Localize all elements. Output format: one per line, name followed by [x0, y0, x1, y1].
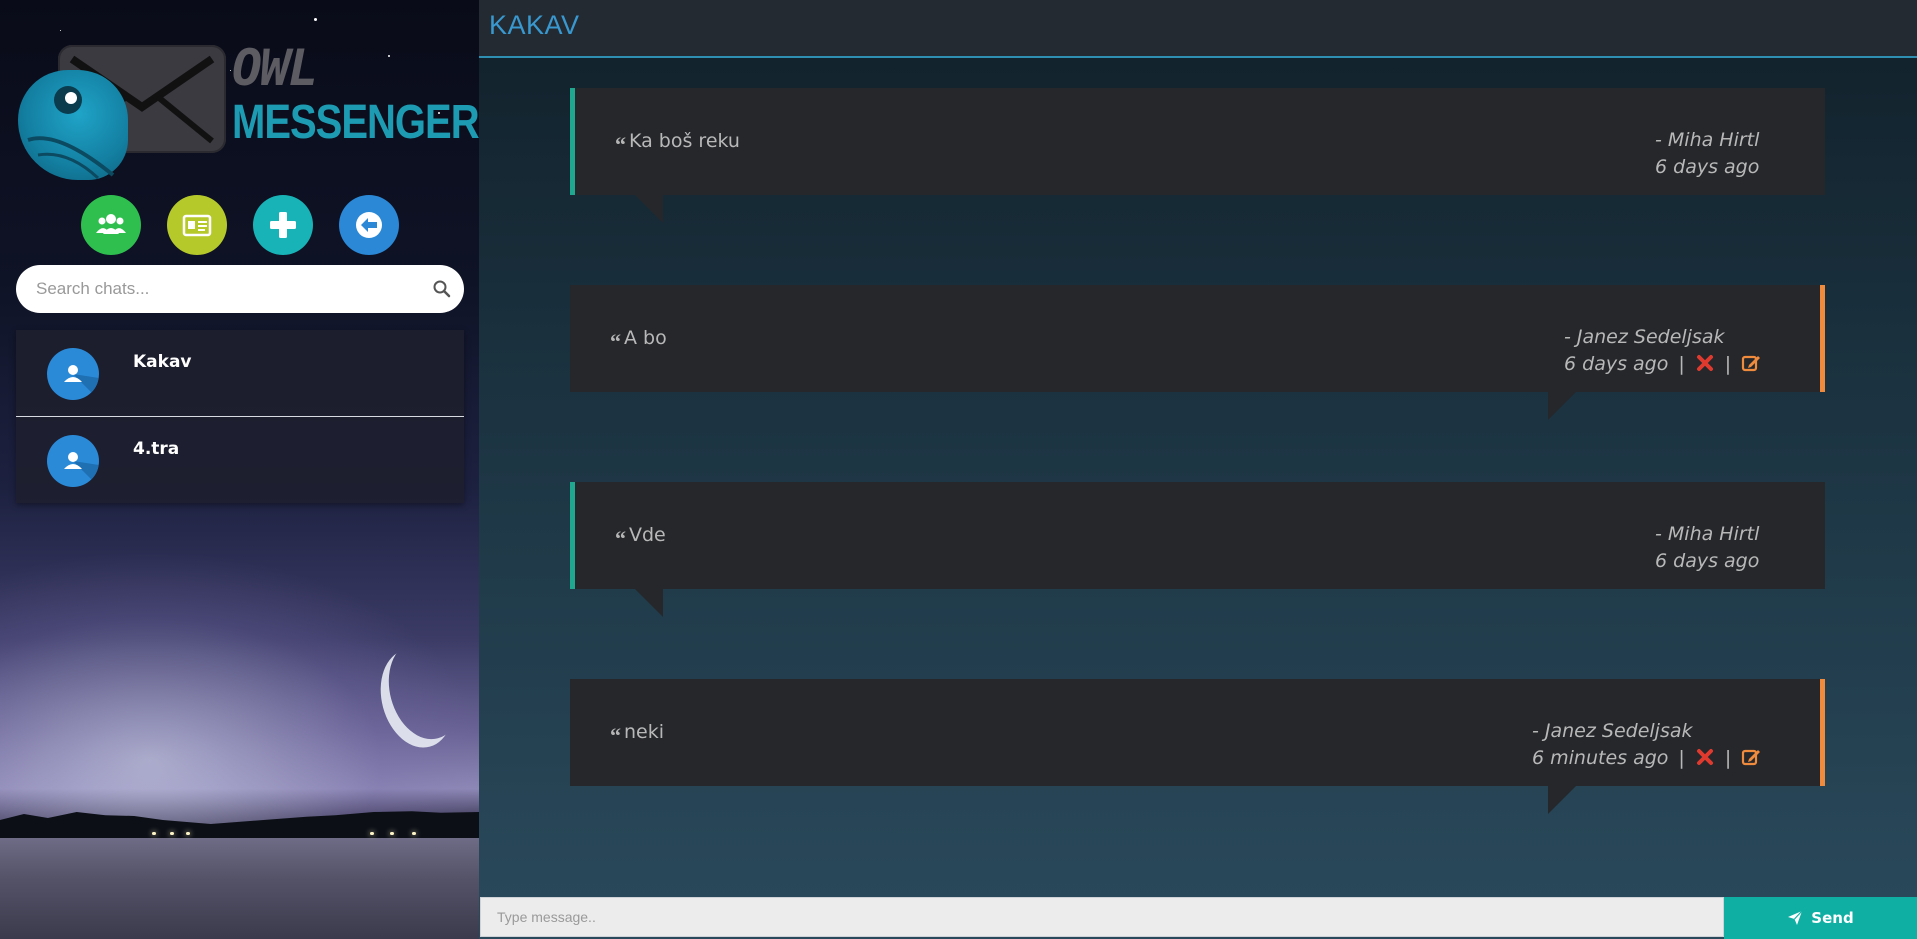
delete-icon[interactable] — [1695, 353, 1715, 373]
message-time: 6 days ago — [1655, 156, 1760, 178]
message-bubble: “ A bo - Janez Sedeljsak 6 days ago | | — [570, 285, 1825, 420]
edit-icon[interactable] — [1741, 353, 1761, 373]
separator: | — [1724, 353, 1732, 375]
logout-button[interactable] — [339, 195, 399, 255]
town-light — [390, 832, 394, 835]
message-bubble: “ neki - Janez Sedeljsak 6 minutes ago | | — [570, 679, 1825, 814]
lake — [0, 838, 479, 939]
quote-icon: “ — [615, 526, 626, 551]
message-text: A bo — [624, 327, 667, 349]
search-input[interactable] — [34, 278, 418, 300]
send-button[interactable]: Send — [1724, 897, 1917, 939]
user-icon — [64, 365, 99, 400]
chat-name: 4.tra — [133, 439, 180, 459]
town-light — [412, 832, 416, 835]
paper-plane-icon — [1788, 910, 1803, 925]
message-author: - Janez Sedeljsak — [1564, 326, 1725, 348]
search-icon[interactable] — [432, 279, 452, 299]
town-light — [152, 832, 156, 835]
chat-list-item[interactable]: Kakav — [16, 330, 464, 416]
send-label: Send — [1811, 909, 1854, 927]
arrow-left-circle-icon — [356, 212, 382, 238]
new-chat-button[interactable] — [253, 195, 313, 255]
compose-bar: Send — [480, 897, 1917, 939]
town-light — [370, 832, 374, 835]
separator: | — [1678, 747, 1685, 769]
chat-panel: KAKAV “ Ka boš reku - Miha Hirtl 6 days … — [479, 0, 1917, 939]
message-meta: - Miha Hirtl 6 days ago — [1655, 521, 1759, 575]
users-icon — [96, 214, 126, 234]
sidebar: OWL MESSENGER Search chats... Kakav 4.tr… — [0, 0, 479, 939]
message-time: 6 days ago — [1655, 550, 1760, 572]
message-author: - Miha Hirtl — [1655, 523, 1760, 545]
moon — [378, 633, 471, 748]
logo-messenger-text: MESSENGER — [232, 96, 479, 149]
message-author: - Janez Sedeljsak — [1532, 720, 1693, 742]
message-text: neki — [624, 721, 665, 743]
contacts-button[interactable] — [167, 195, 227, 255]
groups-button[interactable] — [81, 195, 141, 255]
message-meta: - Miha Hirtl 6 days ago — [1655, 127, 1759, 181]
message-bubble: “ Vde - Miha Hirtl 6 days ago — [570, 482, 1825, 617]
bubble-tail — [1548, 392, 1576, 420]
user-icon — [64, 452, 99, 487]
hills-silhouette — [0, 811, 479, 840]
logo-owl-text: OWL — [232, 39, 318, 97]
town-light — [186, 832, 190, 835]
quote-icon: “ — [615, 132, 626, 157]
separator: | — [1724, 747, 1732, 769]
message-text: Vde — [629, 524, 666, 546]
chat-header: KAKAV — [479, 0, 1917, 58]
quote-icon: “ — [610, 723, 621, 748]
chat-list-item[interactable]: 4.tra — [16, 416, 464, 503]
bubble-tail — [1548, 786, 1576, 814]
owl-icon — [18, 70, 128, 180]
message-input[interactable] — [480, 897, 1724, 937]
message-author: - Miha Hirtl — [1655, 129, 1760, 151]
app-logo: OWL MESSENGER — [18, 40, 479, 180]
avatar — [47, 348, 99, 400]
chat-name: Kakav — [133, 352, 192, 372]
chat-list: Kakav 4.tra — [16, 330, 464, 503]
search-box — [16, 265, 464, 313]
star — [314, 18, 317, 21]
message-time: 6 days ago — [1564, 353, 1669, 375]
quote-icon: “ — [610, 329, 621, 354]
edit-icon[interactable] — [1741, 747, 1761, 767]
message-text: Ka boš reku — [629, 130, 740, 152]
message-bubble: “ Ka boš reku - Miha Hirtl 6 days ago — [570, 88, 1825, 223]
id-card-icon — [182, 214, 212, 237]
avatar — [47, 435, 99, 487]
town-light — [170, 832, 174, 835]
message-time: 6 minutes ago — [1532, 747, 1669, 769]
delete-icon[interactable] — [1695, 747, 1715, 767]
chat-title: KAKAV — [489, 10, 580, 40]
message-meta: - Janez Sedeljsak 6 minutes ago | | — [1532, 718, 1761, 772]
plus-icon — [270, 212, 296, 238]
star — [60, 30, 61, 31]
message-meta: - Janez Sedeljsak 6 days ago | | — [1564, 324, 1761, 378]
bubble-tail — [635, 195, 663, 223]
bubble-tail — [635, 589, 663, 617]
separator: | — [1678, 353, 1685, 375]
